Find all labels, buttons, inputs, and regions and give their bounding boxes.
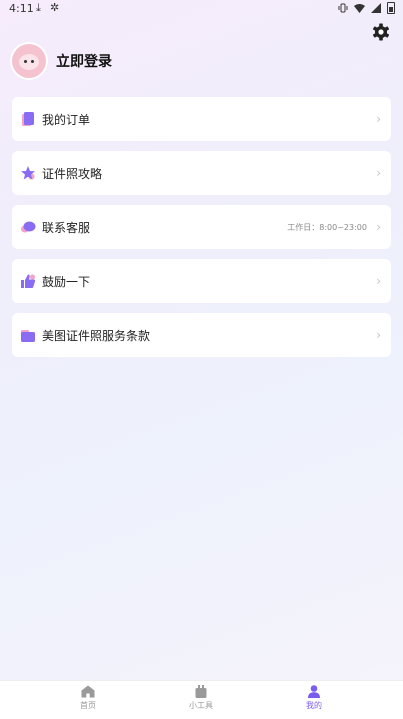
support-hours: 工作日：8:00~23:00 bbox=[287, 222, 367, 232]
battery-icon bbox=[387, 2, 395, 14]
download-icon: ⤓ bbox=[36, 1, 41, 14]
chevron-right-icon: › bbox=[376, 274, 381, 288]
vibrate-icon bbox=[338, 3, 348, 13]
tab-home-label: 首页 bbox=[80, 701, 96, 710]
menu-item-guide[interactable]: 证件照攻略 › bbox=[12, 151, 391, 195]
settings-gear-icon[interactable] bbox=[371, 22, 391, 42]
chevron-right-icon: › bbox=[376, 112, 381, 126]
person-icon bbox=[308, 685, 320, 698]
tools-icon bbox=[195, 685, 207, 698]
chevron-right-icon: › bbox=[376, 328, 381, 342]
login-label[interactable]: 立即登录 bbox=[56, 51, 112, 71]
profile-login[interactable]: 立即登录 bbox=[12, 44, 112, 78]
menu-label-guide: 证件照攻略 bbox=[42, 166, 103, 181]
order-icon bbox=[22, 112, 34, 126]
folder-icon bbox=[21, 330, 35, 342]
tab-mine[interactable]: 我的 bbox=[284, 685, 344, 711]
status-time: 4:11 bbox=[9, 2, 34, 15]
menu-label-encourage: 鼓励一下 bbox=[42, 274, 91, 289]
tab-tools-label: 小工具 bbox=[189, 701, 213, 710]
menu-label-orders: 我的订单 bbox=[42, 112, 91, 127]
menu-item-orders[interactable]: 我的订单 › bbox=[12, 97, 391, 141]
debug-icon: ✲ bbox=[50, 1, 60, 14]
menu-item-terms[interactable]: 美图证件照服务条款 › bbox=[12, 313, 391, 357]
status-bar: 4:11 ⤓ ✲ bbox=[0, 0, 403, 18]
tab-home[interactable]: 首页 bbox=[58, 685, 118, 711]
chat-bubble-icon bbox=[21, 221, 36, 233]
wifi-icon bbox=[354, 4, 365, 13]
tab-tools[interactable]: 小工具 bbox=[171, 685, 231, 711]
chevron-right-icon: › bbox=[376, 220, 381, 234]
menu-item-support[interactable]: 联系客服 工作日：8:00~23:00 › bbox=[12, 205, 391, 249]
star-icon bbox=[21, 166, 35, 180]
home-icon bbox=[81, 685, 95, 698]
thumbs-up-icon bbox=[21, 274, 36, 288]
chevron-right-icon: › bbox=[376, 166, 381, 180]
menu-label-support: 联系客服 bbox=[42, 220, 91, 235]
menu-item-encourage[interactable]: 鼓励一下 › bbox=[12, 259, 391, 303]
avatar[interactable] bbox=[12, 44, 46, 78]
menu-label-terms: 美图证件照服务条款 bbox=[42, 328, 151, 343]
signal-icon bbox=[371, 3, 381, 13]
bottom-tab-bar: 首页 小工具 我的 bbox=[0, 680, 403, 719]
tab-mine-label: 我的 bbox=[306, 701, 322, 710]
